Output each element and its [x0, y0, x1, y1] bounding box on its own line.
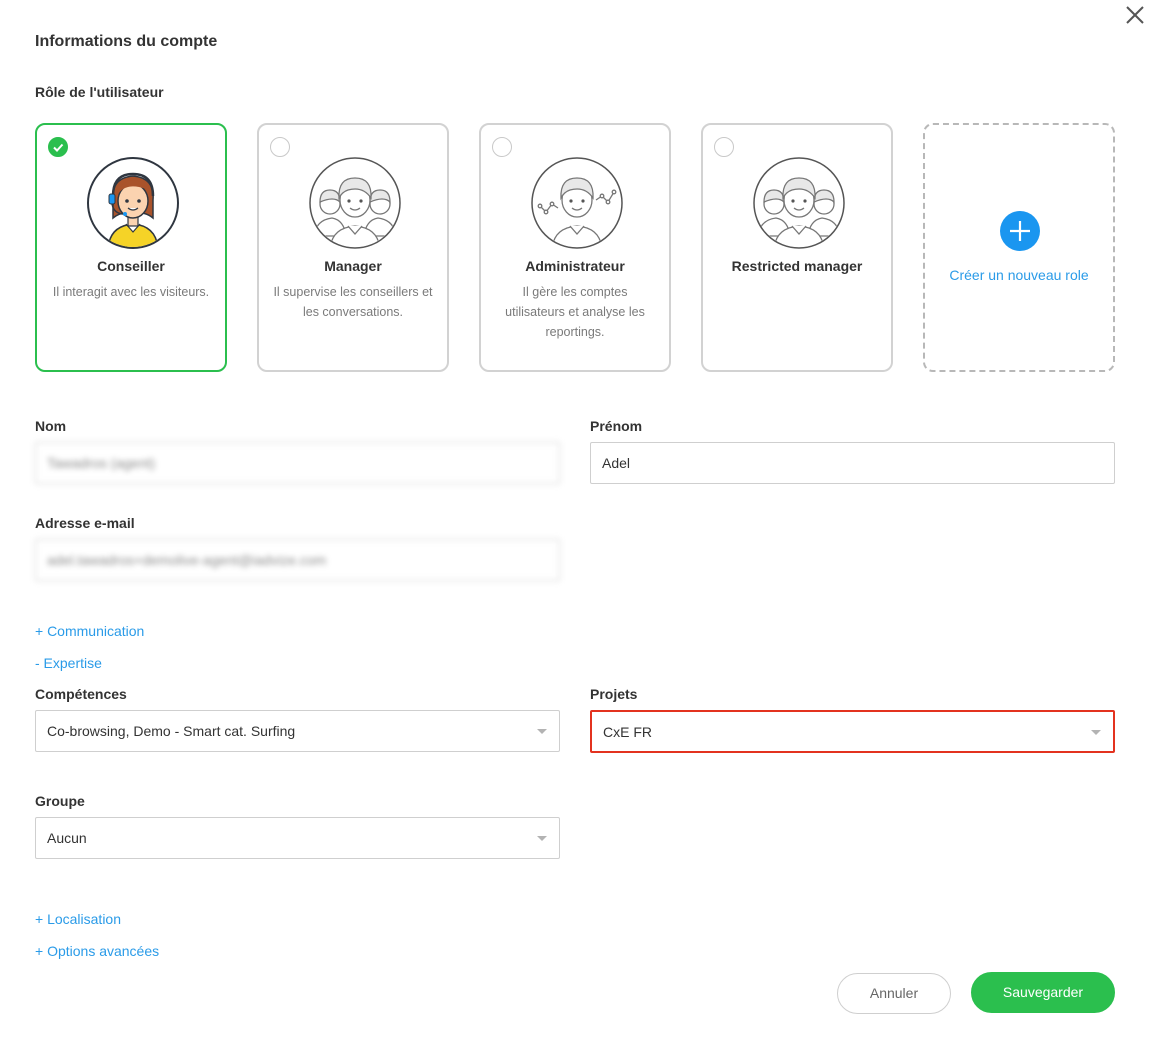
projects-select-value: CxE FR	[603, 724, 652, 740]
caret-down-icon	[1091, 730, 1101, 735]
skills-select-value: Co-browsing, Demo - Smart cat. Surfing	[47, 723, 296, 739]
agent-avatar-icon	[86, 156, 180, 250]
role-radio-conseiller[interactable]	[48, 137, 68, 157]
create-role-card[interactable]: Créer un nouveau role	[923, 123, 1115, 372]
check-icon	[53, 143, 64, 152]
role-desc-administrateur: Il gère les comptes utilisateurs et anal…	[505, 285, 645, 339]
close-icon	[1126, 6, 1144, 24]
plus-icon[interactable]	[1000, 211, 1040, 251]
expertise-toggle-link[interactable]: - Expertise	[35, 655, 102, 671]
group-label: Groupe	[35, 793, 85, 809]
restricted-manager-avatar-icon	[752, 156, 846, 250]
role-name-manager: Manager	[324, 258, 382, 274]
role-card-manager[interactable]: Manager Il supervise les conseillers et …	[257, 123, 449, 372]
save-button[interactable]: Sauvegarder	[971, 972, 1115, 1013]
role-name-restricted-manager: Restricted manager	[731, 258, 863, 274]
close-button[interactable]	[1122, 2, 1148, 28]
role-card-administrateur[interactable]: Administrateur Il gère les comptes utili…	[479, 123, 671, 372]
role-section-label: Rôle de l'utilisateur	[35, 84, 164, 100]
role-radio-restricted-manager[interactable]	[714, 137, 734, 157]
communication-toggle-link[interactable]: + Communication	[35, 623, 144, 639]
role-card-restricted-manager[interactable]: Restricted manager	[701, 123, 893, 372]
cancel-button[interactable]: Annuler	[837, 973, 951, 1014]
advanced-options-toggle-link[interactable]: + Options avancées	[35, 943, 159, 959]
last-name-label: Nom	[35, 418, 67, 434]
first-name-input[interactable]	[590, 442, 1115, 484]
role-desc-conseiller: Il interagit avec les visiteurs.	[52, 285, 210, 299]
manager-avatar-icon	[308, 156, 402, 250]
role-name-administrateur: Administrateur	[525, 258, 625, 274]
modal-title: Informations du compte	[35, 33, 218, 50]
role-radio-manager[interactable]	[270, 137, 290, 157]
role-radio-administrateur[interactable]	[492, 137, 512, 157]
skills-select[interactable]: Co-browsing, Demo - Smart cat. Surfing	[35, 710, 560, 752]
caret-down-icon	[537, 729, 547, 734]
group-select[interactable]: Aucun	[35, 817, 560, 859]
create-role-label[interactable]: Créer un nouveau role	[925, 267, 1113, 283]
last-name-input[interactable]	[35, 442, 560, 484]
role-card-conseiller[interactable]: Conseiller Il interagit avec les visiteu…	[35, 123, 227, 372]
email-input[interactable]	[35, 539, 560, 581]
caret-down-icon	[537, 836, 547, 841]
email-label: Adresse e-mail	[35, 515, 135, 531]
role-desc-manager: Il supervise les conseillers et les conv…	[273, 285, 433, 319]
localisation-toggle-link[interactable]: + Localisation	[35, 911, 121, 927]
projects-label: Projets	[590, 686, 638, 702]
group-select-value: Aucun	[47, 830, 87, 846]
skills-label: Compétences	[35, 686, 127, 702]
first-name-label: Prénom	[590, 418, 643, 434]
projects-select[interactable]: CxE FR	[590, 710, 1115, 753]
role-name-conseiller: Conseiller	[97, 258, 165, 274]
admin-avatar-icon	[530, 156, 624, 250]
